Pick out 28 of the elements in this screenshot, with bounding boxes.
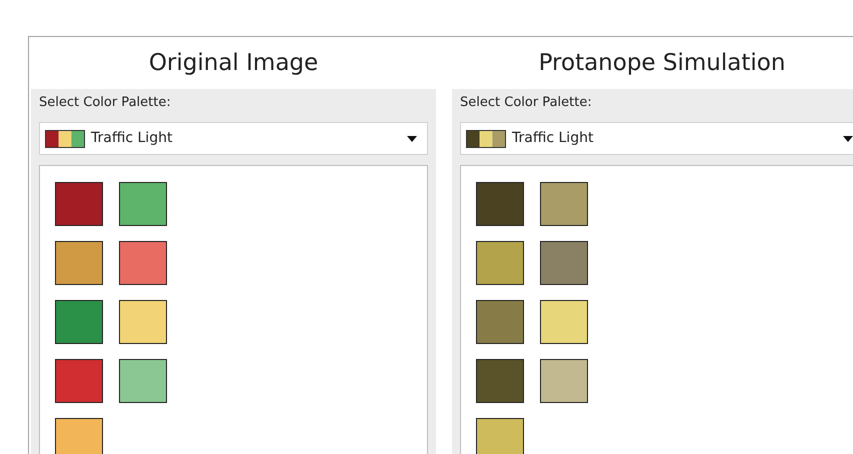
color-swatch[interactable]	[540, 359, 588, 403]
color-swatch[interactable]	[476, 182, 524, 226]
dropdown-arrow-icon	[843, 136, 853, 142]
color-swatch[interactable]	[476, 418, 524, 454]
palette-dropdown[interactable]: Traffic Light	[39, 122, 428, 155]
color-swatch[interactable]	[476, 359, 524, 403]
color-swatch[interactable]	[119, 182, 167, 226]
color-swatch[interactable]	[476, 241, 524, 285]
color-swatch[interactable]	[540, 182, 588, 226]
panel-title: Original Image	[148, 48, 318, 78]
palette-dropdown[interactable]: Traffic Light	[460, 122, 853, 155]
color-swatch[interactable]	[55, 182, 103, 226]
palette-icon	[466, 130, 506, 148]
palette-label: Select Color Palette:	[39, 94, 172, 112]
dropdown-arrow-icon	[407, 136, 417, 142]
palette-icon	[45, 130, 85, 148]
color-swatch[interactable]	[119, 241, 167, 285]
color-swatch[interactable]	[476, 300, 524, 344]
panel-title: Protanope Simulation	[538, 48, 786, 78]
color-swatch[interactable]	[540, 300, 588, 344]
color-swatch[interactable]	[119, 300, 167, 344]
color-swatch[interactable]	[55, 300, 103, 344]
color-swatch[interactable]	[119, 359, 167, 403]
color-swatch[interactable]	[55, 359, 103, 403]
palette-label: Select Color Palette:	[460, 94, 593, 112]
color-swatch[interactable]	[540, 241, 588, 285]
color-swatch[interactable]	[55, 241, 103, 285]
color-swatch[interactable]	[55, 418, 103, 454]
